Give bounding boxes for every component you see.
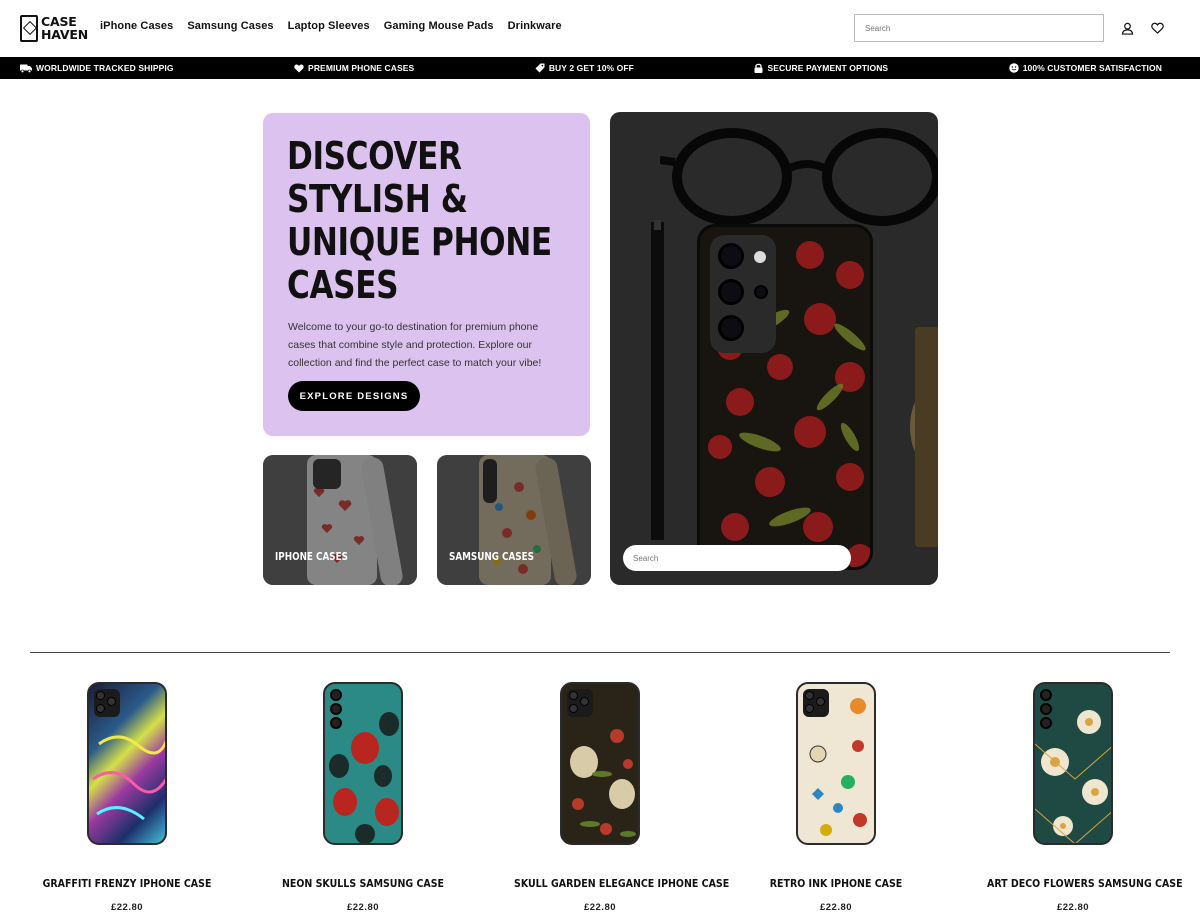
- product-title[interactable]: Skull Garden Elegance iPhone Case: [514, 877, 729, 890]
- photo-pencil-image: [651, 222, 664, 540]
- iphone-cases-tile[interactable]: iPhone Cases: [263, 455, 417, 585]
- announcement-satisfaction: 100% CUSTOMER SATISFACTION: [1008, 63, 1162, 73]
- nav-iphone-cases[interactable]: iPhone Cases: [100, 20, 173, 32]
- product-price: £22.80: [1056, 902, 1090, 913]
- hero-search-input[interactable]: [623, 545, 851, 571]
- product-card[interactable]: Graffiti Frenzy iPhone Case £22.80: [27, 680, 227, 920]
- header-search-input[interactable]: [854, 14, 1104, 42]
- announcement-offer: BUY 2 GET 10% OFF: [535, 63, 634, 73]
- announcement-text: SECURE PAYMENT OPTIONS: [767, 63, 889, 73]
- hero-description: Welcome to your go-to destination for pr…: [288, 321, 542, 369]
- product-card[interactable]: Art Deco Flowers Samsung Case £22.80: [973, 680, 1183, 920]
- product-card[interactable]: Neon Skulls Samsung Case £22.80: [263, 680, 463, 920]
- product-image-graffiti: [87, 682, 167, 845]
- product-image-retro-ink: [796, 682, 876, 845]
- announcement-text: BUY 2 GET 10% OFF: [548, 63, 634, 73]
- wishlist-heart-icon[interactable]: [1149, 20, 1165, 36]
- announcement-text: WORLDWIDE TRACKED SHIPPIG: [36, 63, 174, 73]
- announcement-premium: PREMIUM PHONE CASES: [294, 63, 414, 73]
- product-card[interactable]: Skull Garden Elegance iPhone Case £22.80: [500, 680, 729, 920]
- hero-title: Discover Stylish & Unique Phone Cases: [287, 134, 552, 307]
- product-image-art-deco: [1033, 682, 1113, 845]
- product-price: £22.80: [583, 902, 617, 913]
- product-title[interactable]: Graffiti Frenzy iPhone Case: [41, 877, 213, 890]
- photo-glasses-image: [660, 128, 938, 226]
- lock-icon: [754, 63, 763, 73]
- truck-icon: [20, 64, 32, 73]
- product-image-skull-garden: [560, 682, 640, 845]
- nav-gaming-mouse-pads[interactable]: Gaming Mouse Pads: [384, 20, 494, 32]
- announcement-secure: SECURE PAYMENT OPTIONS: [754, 63, 888, 73]
- tile-label: Samsung Cases: [449, 550, 534, 563]
- samsung-cases-tile[interactable]: Samsung Cases: [437, 455, 591, 585]
- product-title[interactable]: Art Deco Flowers Samsung Case: [987, 877, 1183, 890]
- announcement-text: PREMIUM PHONE CASES: [308, 63, 415, 73]
- photo-phone-case-image: [697, 224, 873, 570]
- heart-icon: [294, 63, 304, 72]
- product-image-neon-skulls: [323, 682, 403, 845]
- product-price: £22.80: [110, 902, 144, 913]
- site-header: CASE HAVEN iPhone Cases Samsung Cases La…: [0, 0, 1200, 57]
- logo[interactable]: CASE HAVEN: [20, 14, 88, 42]
- nav-laptop-sleeves[interactable]: Laptop Sleeves: [288, 20, 370, 32]
- photo-phone-camera-image: [710, 235, 776, 353]
- nav-drinkware[interactable]: Drinkware: [508, 20, 562, 32]
- product-title[interactable]: Neon Skulls Samsung Case: [277, 877, 449, 890]
- product-price: £22.80: [346, 902, 380, 913]
- photo-watch-band-image: [915, 327, 938, 547]
- product-card[interactable]: Retro Ink iPhone Case £22.80: [736, 680, 936, 920]
- nav-samsung-cases[interactable]: Samsung Cases: [187, 20, 273, 32]
- account-icon[interactable]: [1119, 20, 1135, 36]
- tile-label: iPhone Cases: [275, 550, 348, 563]
- logo-diamond-icon: [20, 14, 38, 42]
- product-title[interactable]: Retro Ink iPhone Case: [750, 877, 922, 890]
- announcement-text: 100% CUSTOMER SATISFACTION: [1022, 63, 1162, 73]
- hero-card: Discover Stylish & Unique Phone Cases We…: [263, 113, 590, 436]
- announcement-shipping: WORLDWIDE TRACKED SHIPPIG: [20, 63, 174, 73]
- section-divider: [30, 652, 1170, 653]
- announcement-bar: WORLDWIDE TRACKED SHIPPIG PREMIUM PHONE …: [0, 57, 1200, 79]
- product-price: £22.80: [819, 902, 853, 913]
- main-nav: iPhone Cases Samsung Cases Laptop Sleeve…: [100, 20, 562, 32]
- photo-pencil-tip-image: [654, 220, 661, 230]
- tag-icon: [535, 63, 545, 73]
- hero-lifestyle-photo: [610, 112, 938, 585]
- explore-designs-button[interactable]: Explore Designs: [288, 381, 420, 411]
- smile-icon: [1008, 63, 1019, 73]
- logo-text-line2: HAVEN: [41, 27, 88, 42]
